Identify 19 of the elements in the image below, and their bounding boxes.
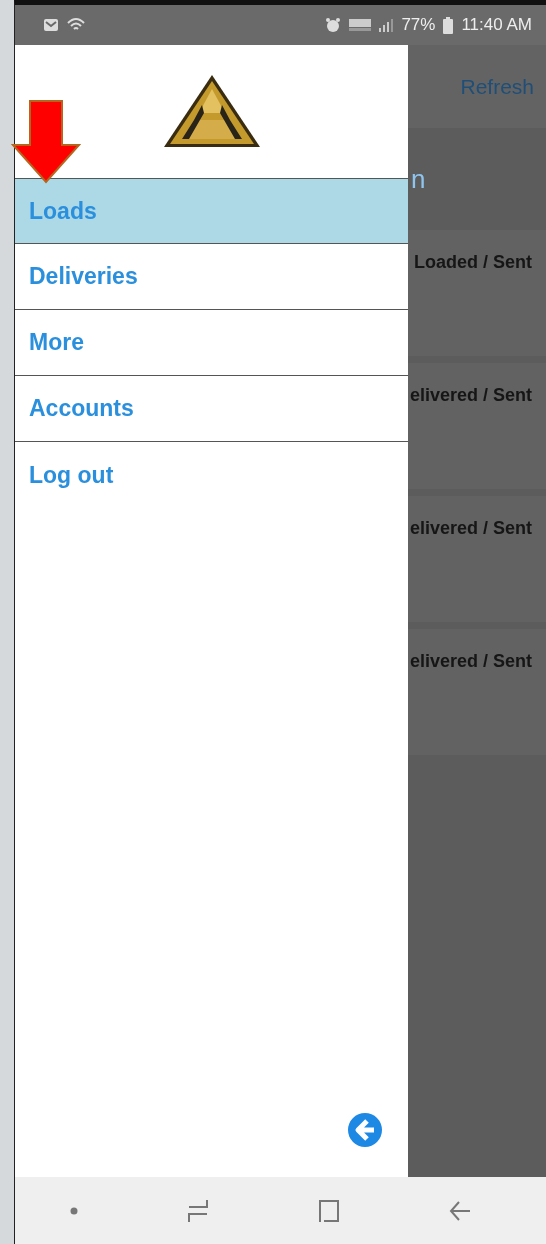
- status-text: elivered / Sent: [409, 651, 532, 671]
- load-card[interactable]: Loaded / Sent: [408, 230, 546, 356]
- load-card[interactable]: elivered / Sent: [408, 496, 546, 622]
- clock-time: 11:40 AM: [461, 15, 532, 35]
- signal-icon: [379, 18, 394, 32]
- status-text: Loaded / Sent: [414, 252, 532, 272]
- page-title: n: [411, 163, 426, 195]
- mail-icon: [43, 18, 59, 32]
- battery-icon: [443, 16, 454, 34]
- drawer-menu-item[interactable]: Loads: [15, 178, 408, 244]
- battery-percent: 77%: [401, 15, 436, 35]
- status-text: elivered / Sent: [409, 385, 532, 405]
- load-card[interactable]: elivered / Sent: [408, 629, 546, 755]
- home-icon[interactable]: [318, 1198, 341, 1223]
- dot-icon[interactable]: [69, 1206, 78, 1215]
- status-text: elivered / Sent: [409, 518, 532, 538]
- load-card[interactable]: elivered / Sent: [408, 363, 546, 489]
- alarm-icon: [325, 17, 342, 33]
- recent-apps-icon[interactable]: [186, 1197, 209, 1224]
